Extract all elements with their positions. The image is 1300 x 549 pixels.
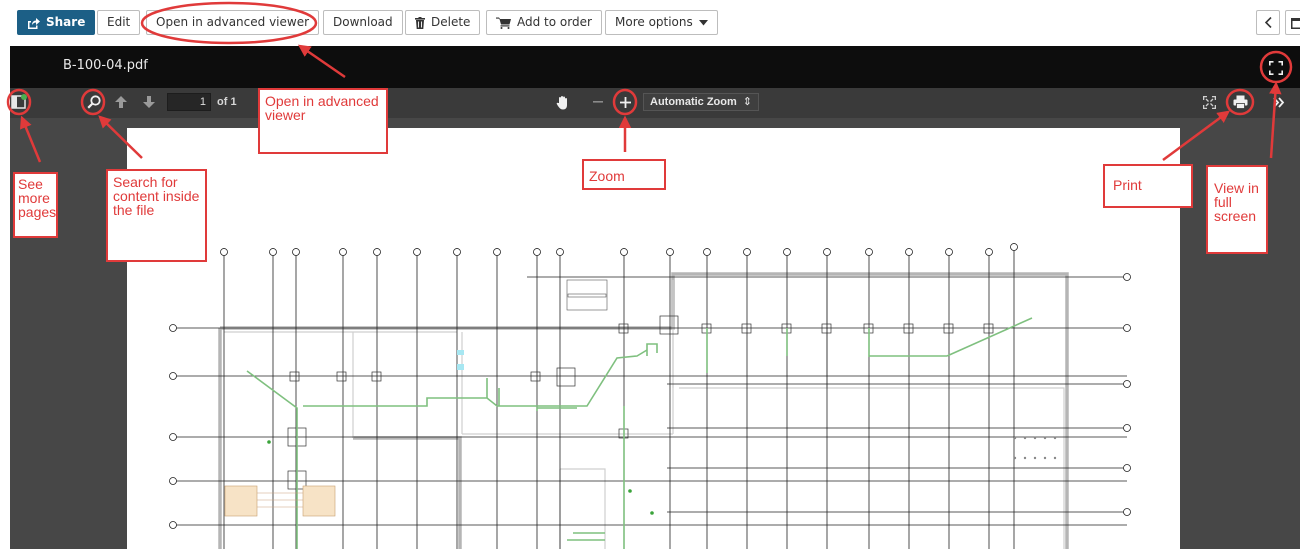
open-advanced-viewer-label: Open in advanced viewer [156, 15, 310, 29]
hand-tool-icon[interactable] [555, 94, 571, 110]
caret-down-icon [698, 19, 708, 26]
advanced-viewer-callout: Open in advanced viewer [258, 88, 388, 154]
share-button[interactable]: Share [17, 10, 96, 35]
expand-icon[interactable] [1201, 94, 1217, 110]
zoom-callout: Zoom [582, 159, 666, 190]
minus-icon[interactable] [590, 94, 606, 110]
viewer-title-bar: B-100-04.pdf [10, 46, 1300, 88]
full-screen-callout: View in full screen [1206, 165, 1268, 254]
edit-label: Edit [107, 15, 131, 29]
trash-icon [415, 16, 425, 29]
plus-icon[interactable] [617, 94, 633, 110]
delete-label: Delete [431, 15, 471, 29]
share-icon [27, 17, 40, 29]
open-advanced-viewer-button[interactable]: Open in advanced viewer [146, 10, 320, 35]
arrow-down-icon[interactable] [141, 94, 157, 110]
calendar-icon [1291, 17, 1300, 29]
delete-button[interactable]: Delete [405, 10, 481, 35]
add-to-order-button[interactable]: Add to order [486, 10, 602, 35]
add-to-order-label: Add to order [517, 15, 592, 29]
arrow-up-icon[interactable] [113, 94, 129, 110]
share-label: Share [46, 15, 86, 29]
edit-button[interactable]: Edit [97, 10, 141, 35]
double-chevron-icon[interactable] [1271, 94, 1287, 110]
zoom-label: Automatic Zoom [650, 96, 737, 108]
search-icon[interactable] [86, 94, 102, 110]
page-count: of 1 [217, 96, 237, 108]
fullscreen-icon[interactable] [1268, 60, 1284, 76]
select-arrows-icon: ⇕ [742, 96, 752, 108]
page-number-input[interactable]: 1 [167, 93, 211, 111]
previous-file-button[interactable] [1256, 10, 1280, 35]
download-button[interactable]: Download [323, 10, 403, 35]
floor-plan-drawing [169, 243, 1131, 549]
more-pages-callout: See more pages [13, 172, 58, 238]
more-options-label: More options [615, 15, 693, 29]
file-toolbar: Share Edit Open in advanced viewer Downl… [0, 0, 1300, 46]
download-label: Download [333, 15, 393, 29]
pdf-page [127, 128, 1180, 549]
print-callout: Print [1103, 164, 1193, 208]
document-title: B-100-04.pdf [63, 58, 148, 73]
calendar-button[interactable] [1285, 10, 1300, 35]
cart-icon [496, 17, 511, 29]
more-options-button[interactable]: More options [605, 10, 718, 35]
print-icon[interactable] [1232, 94, 1248, 110]
sidebar-toggle-icon[interactable] [11, 94, 27, 110]
search-callout: Search for content inside the file [106, 169, 207, 262]
zoom-select[interactable]: Automatic Zoom ⇕ [643, 93, 759, 111]
chevron-left-icon [1264, 17, 1272, 28]
